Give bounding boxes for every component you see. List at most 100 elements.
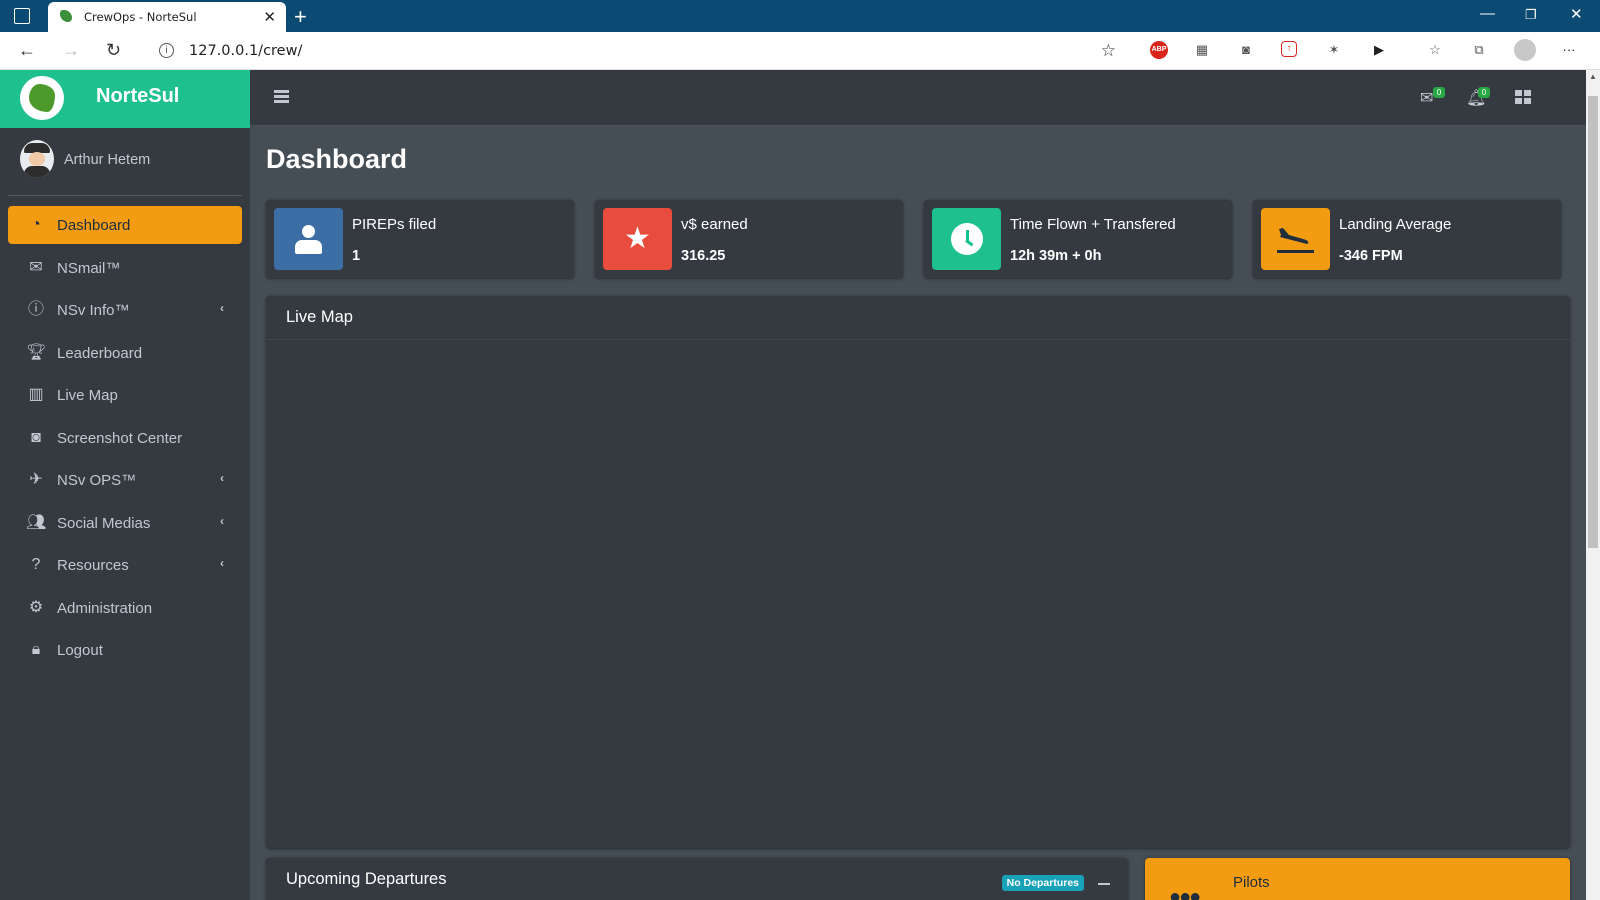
sidebar-item-label: Leaderboard [57, 344, 143, 362]
users-icon: ●●● [1169, 886, 1201, 900]
sidebar-item-dashboard[interactable]: ◔ Dashboard [8, 206, 242, 244]
site-info-icon[interactable]: i [159, 43, 174, 58]
info-box-pireps: PIREPs filed 1 [266, 200, 574, 278]
sidebar-item-administration[interactable]: ⚙ Administration [8, 589, 242, 627]
sidebar-item-label: Social Medias [57, 514, 151, 532]
sidebar-item-social-medias[interactable]: 👥︎ Social Medias ‹ [8, 504, 242, 542]
sidebar-item-label: Live Map [57, 387, 118, 404]
users-icon: 👥︎ [26, 513, 47, 531]
url-text[interactable]: 127.0.0.1/crew/ [189, 43, 302, 59]
info-box-value: -346 FPM [1339, 248, 1403, 264]
map-icon: ▥ [28, 386, 44, 403]
status-badge: No Departures [1001, 875, 1084, 891]
chevron-left-icon: ‹ [220, 556, 224, 570]
sidebar-item-resources[interactable]: ? Resources ‹ [8, 546, 242, 584]
upcoming-departures-card: Upcoming Departures No Departures [266, 858, 1128, 900]
sidebar-item-live-map[interactable]: ▥ Live Map [8, 376, 242, 414]
tab-close-icon[interactable]: ✕ [263, 8, 276, 26]
brand-logo [20, 76, 64, 120]
browser-titlebar: CrewOps - NorteSul ✕ + — ❐ ✕ [0, 0, 1600, 32]
forward-icon[interactable]: → [62, 40, 80, 61]
new-tab-button[interactable]: + [294, 4, 307, 30]
info-box-earnings: ★ v$ earned 316.25 [595, 200, 903, 278]
camera-extension-icon[interactable]: ◙ [1237, 41, 1255, 59]
browser-tab[interactable]: CrewOps - NorteSul ✕ [48, 2, 286, 32]
upload-extension-icon[interactable]: ↑ [1281, 41, 1297, 57]
chevron-left-icon: ‹ [220, 513, 224, 528]
sidebar-item-label: Screenshot Center [57, 429, 183, 447]
page-title: Dashboard [266, 144, 408, 174]
plane-departure-icon: ✈ [29, 471, 43, 488]
chevron-left-icon: ‹ [220, 301, 224, 315]
reload-icon[interactable]: ↻ [106, 40, 121, 61]
brand-link[interactable]: NorteSul [0, 70, 250, 128]
envelope-icon: ✉ [29, 258, 43, 276]
trophy-icon: 🏆︎ [26, 343, 47, 361]
scroll-thumb[interactable] [1588, 96, 1598, 548]
address-bar[interactable]: i 127.0.0.1/crew/ ☆ [145, 36, 1130, 66]
user-panel[interactable]: Arthur Hetem [8, 134, 242, 196]
sidebar-item-screenshot-center[interactable]: ◙ Screenshot Center [8, 419, 242, 457]
pilots-card: Pilots ●●● [1145, 858, 1570, 900]
tachometer-icon: ◔ [31, 216, 41, 233]
tab-title: CrewOps - NorteSul [84, 10, 197, 24]
collapse-icon[interactable] [1098, 883, 1110, 885]
sidebar-item-logout[interactable]: 🔒︎ Logout [8, 631, 242, 669]
pilots-title: Pilots [1233, 874, 1270, 891]
clock-icon [932, 208, 1001, 270]
browser-toolbar: ← → ↻ i 127.0.0.1/crew/ ☆ ABP ▦ ◙ ↑ ✶ ▶ … [0, 32, 1600, 70]
minimize-icon[interactable]: — [1480, 5, 1495, 22]
main-content: Dashboard PIREPs filed 1 ★ v$ earned 316… [250, 126, 1586, 900]
back-icon[interactable]: ← [18, 40, 36, 61]
sidebar-item-label: NSmail™ [57, 259, 121, 277]
mail-icon[interactable]: ✉ [1420, 88, 1433, 108]
favicon-icon [60, 10, 72, 22]
favorite-star-icon[interactable]: ☆ [1101, 41, 1116, 61]
adblock-icon[interactable]: ABP [1150, 41, 1168, 59]
favorites-icon[interactable]: ☆ [1426, 41, 1444, 59]
info-box-label: v$ earned [681, 216, 748, 233]
collections-icon[interactable]: ⧉ [1470, 41, 1488, 59]
sidebar-item-label: NSv OPS™ [57, 472, 137, 489]
restore-icon[interactable]: ❐ [1525, 7, 1537, 23]
play-extension-icon[interactable]: ▶ [1370, 41, 1388, 59]
question-circle-icon: ? [31, 556, 41, 573]
live-map-canvas[interactable] [266, 340, 1570, 848]
control-sidebar-icon[interactable] [1515, 90, 1531, 104]
sidebar-item-label: Resources [57, 557, 129, 574]
live-map-title: Live Map [286, 308, 353, 326]
chevron-left-icon: ‹ [220, 471, 224, 485]
live-map-card: Live Map [266, 296, 1570, 848]
cog-icon: ⚙ [28, 598, 44, 616]
scroll-up-icon[interactable]: ▲ [1589, 72, 1597, 81]
user-name[interactable]: Arthur Hetem [64, 152, 150, 168]
more-menu-icon[interactable]: ··· [1560, 41, 1578, 59]
sidebar-item-nsmail[interactable]: ✉ NSmail™ [8, 249, 242, 287]
info-box-value: 316.25 [681, 248, 726, 264]
lock-icon: 🔒︎ [31, 641, 41, 658]
close-window-icon[interactable]: ✕ [1570, 5, 1583, 23]
sidebar-item-label: NSv Info™ [57, 302, 130, 319]
brand-name: NorteSul [96, 85, 180, 107]
info-box-time-flown: Time Flown + Transfered 12h 39m + 0h [924, 200, 1232, 278]
sidebar-item-nsv-ops[interactable]: ✈ NSv OPS™ ‹ [8, 461, 242, 499]
tab-actions-icon[interactable] [14, 8, 30, 24]
sidebar-item-nsv-info[interactable]: ⓘ NSv Info™ ‹ [8, 291, 242, 329]
sidebar-item-label: Administration [57, 599, 153, 617]
user-icon [274, 208, 343, 270]
pin-extension-icon[interactable]: ✶ [1325, 41, 1343, 59]
menu-toggle-icon[interactable] [274, 90, 289, 103]
star-icon: ★ [603, 208, 672, 270]
sidebar: NorteSul Arthur Hetem ◔ Dashboard ✉ NSma… [0, 70, 250, 900]
extension-icon[interactable]: ▦ [1193, 41, 1211, 59]
notification-count-badge: 0 [1478, 87, 1490, 98]
info-box-value: 12h 39m + 0h [1010, 248, 1102, 264]
live-map-header: Live Map [266, 296, 1570, 340]
mail-count-badge: 0 [1433, 87, 1445, 98]
profile-avatar-icon[interactable] [1514, 39, 1536, 61]
sidebar-item-leaderboard[interactable]: 🏆︎ Leaderboard [8, 334, 242, 372]
sidebar-item-label: Dashboard [57, 217, 131, 234]
page-scrollbar[interactable]: ▲ [1586, 70, 1600, 900]
info-box-value: 1 [352, 248, 361, 264]
camera-icon: ◙ [31, 428, 41, 446]
